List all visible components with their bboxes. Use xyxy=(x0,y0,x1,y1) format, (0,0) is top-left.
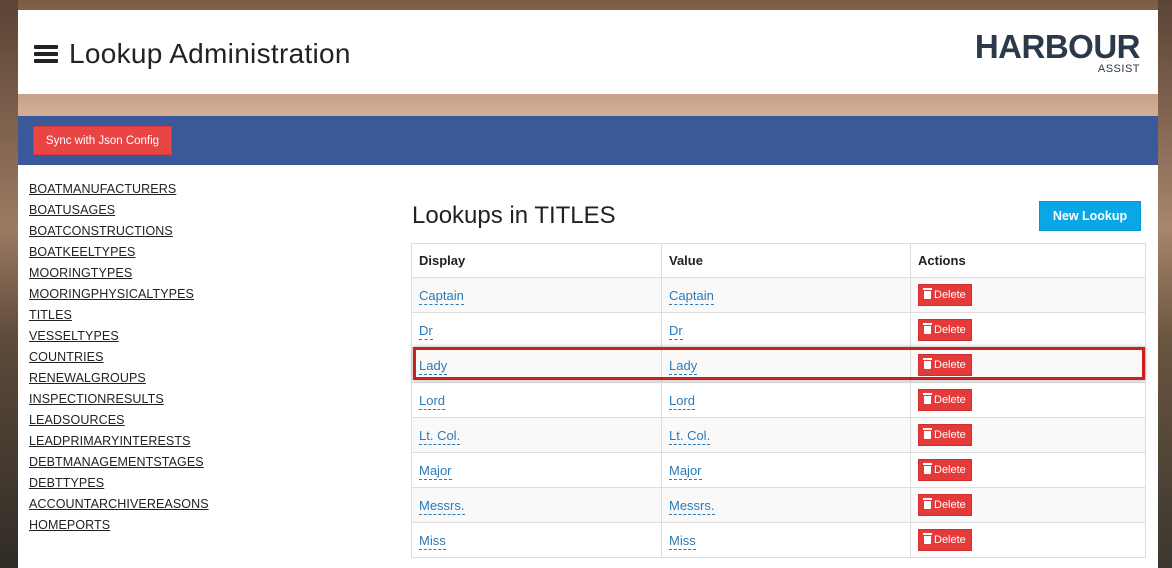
sidebar-item-countries[interactable]: COUNTRIES xyxy=(29,347,209,368)
main-content: BOATMANUFACTURERS BOATUSAGES BOATCONSTRU… xyxy=(18,165,1158,568)
trash-icon xyxy=(923,323,932,334)
menu-icon[interactable] xyxy=(34,45,58,64)
background-left xyxy=(0,0,18,568)
display-cell[interactable]: Messrs. xyxy=(419,497,465,515)
delete-label: Delete xyxy=(934,359,966,371)
table-row: Captain Captain Delete xyxy=(411,277,1146,313)
sidebar-item-boatkeeltypes[interactable]: BOATKEELTYPES xyxy=(29,242,209,263)
table-row: Messrs. Messrs. Delete xyxy=(411,487,1146,523)
delete-button[interactable]: Delete xyxy=(918,494,972,516)
sidebar-item-inspectionresults[interactable]: INSPECTIONRESULTS xyxy=(29,389,209,410)
sidebar-item-accountarchivereasons[interactable]: ACCOUNTARCHIVEREASONS xyxy=(29,494,209,515)
trash-icon xyxy=(923,533,932,544)
lookup-sidebar: BOATMANUFACTURERS BOATUSAGES BOATCONSTRU… xyxy=(29,179,209,536)
value-cell[interactable]: Lady xyxy=(669,357,698,375)
delete-label: Delete xyxy=(934,324,966,336)
background-right xyxy=(1158,0,1172,568)
delete-label: Delete xyxy=(934,429,966,441)
sidebar-item-debtmanagementstages[interactable]: DEBTMANAGEMENTSTAGES xyxy=(29,452,209,473)
toolbar: Sync with Json Config xyxy=(18,116,1158,165)
sidebar-item-homeports[interactable]: HOMEPORTS xyxy=(29,515,209,536)
trash-icon xyxy=(923,428,932,439)
sidebar-item-leadsources[interactable]: LEADSOURCES xyxy=(29,410,209,431)
table-row: Miss Miss Delete xyxy=(411,522,1146,558)
logo-main-text: HARBOUR xyxy=(974,28,1141,65)
sidebar-item-mooringphysicaltypes[interactable]: MOORINGPHYSICALTYPES xyxy=(29,284,209,305)
column-header-display: Display xyxy=(411,243,662,278)
value-cell[interactable]: Messrs. xyxy=(669,497,715,515)
delete-label: Delete xyxy=(934,289,966,301)
table-row: Major Major Delete xyxy=(411,452,1146,488)
value-cell[interactable]: Major xyxy=(669,462,702,480)
sidebar-item-renewalgroups[interactable]: RENEWALGROUPS xyxy=(29,368,209,389)
trash-icon xyxy=(923,498,932,509)
delete-button[interactable]: Delete xyxy=(918,284,972,306)
delete-label: Delete xyxy=(934,534,966,546)
delete-button[interactable]: Delete xyxy=(918,389,972,411)
display-cell[interactable]: Lord xyxy=(419,392,446,410)
value-cell[interactable]: Lt. Col. xyxy=(669,427,711,445)
delete-label: Delete xyxy=(934,394,966,406)
table-row-highlighted: Lady Lady Delete xyxy=(411,347,1146,383)
new-lookup-button[interactable]: New Lookup xyxy=(1039,201,1141,231)
sidebar-item-debttypes[interactable]: DEBTTYPES xyxy=(29,473,209,494)
value-cell[interactable]: Lord xyxy=(669,392,696,410)
sidebar-item-boatmanufacturers[interactable]: BOATMANUFACTURERS xyxy=(29,179,209,200)
sidebar-item-mooringtypes[interactable]: MOORINGTYPES xyxy=(29,263,209,284)
sidebar-item-boatconstructions[interactable]: BOATCONSTRUCTIONS xyxy=(29,221,209,242)
table-row: Lord Lord Delete xyxy=(411,382,1146,418)
sidebar-item-leadprimaryinterests[interactable]: LEADPRIMARYINTERESTS xyxy=(29,431,209,452)
display-cell[interactable]: Miss xyxy=(419,532,446,550)
harbour-assist-logo: HARBOUR ASSIST xyxy=(964,28,1141,76)
table-row: Dr Dr Delete xyxy=(411,312,1146,348)
logo-sub-text: ASSIST xyxy=(1097,63,1140,75)
sidebar-item-titles[interactable]: TITLES xyxy=(29,305,209,326)
display-cell[interactable]: Lt. Col. xyxy=(419,427,461,445)
delete-button[interactable]: Delete xyxy=(918,319,972,341)
lookups-table: Display Value Actions Captain Captain De… xyxy=(411,243,1146,558)
display-cell[interactable]: Captain xyxy=(419,287,464,305)
page-title: Lookup Administration xyxy=(69,38,351,69)
display-cell[interactable]: Major xyxy=(419,462,452,480)
delete-button[interactable]: Delete xyxy=(918,529,972,551)
value-cell[interactable]: Miss xyxy=(669,532,696,550)
value-cell[interactable]: Captain xyxy=(669,287,714,305)
sidebar-item-boatusages[interactable]: BOATUSAGES xyxy=(29,200,209,221)
display-cell[interactable]: Dr xyxy=(419,322,433,340)
delete-label: Delete xyxy=(934,464,966,476)
delete-label: Delete xyxy=(934,499,966,511)
section-title: Lookups in TITLES xyxy=(412,202,616,229)
table-header-row: Display Value Actions xyxy=(411,243,1146,278)
trash-icon xyxy=(923,463,932,474)
delete-button[interactable]: Delete xyxy=(918,459,972,481)
trash-icon xyxy=(923,393,932,404)
delete-button[interactable]: Delete xyxy=(918,424,972,446)
column-header-actions: Actions xyxy=(910,243,1146,278)
trash-icon xyxy=(923,288,932,299)
column-header-value: Value xyxy=(661,243,911,278)
trash-icon xyxy=(923,358,932,369)
table-row: Lt. Col. Lt. Col. Delete xyxy=(411,417,1146,453)
sidebar-item-vesseltypes[interactable]: VESSELTYPES xyxy=(29,326,209,347)
value-cell[interactable]: Dr xyxy=(669,322,683,340)
delete-button[interactable]: Delete xyxy=(918,354,972,376)
display-cell[interactable]: Lady xyxy=(419,357,448,375)
page-header: Lookup Administration HARBOUR ASSIST xyxy=(18,10,1158,94)
sync-json-config-button[interactable]: Sync with Json Config xyxy=(33,126,172,155)
